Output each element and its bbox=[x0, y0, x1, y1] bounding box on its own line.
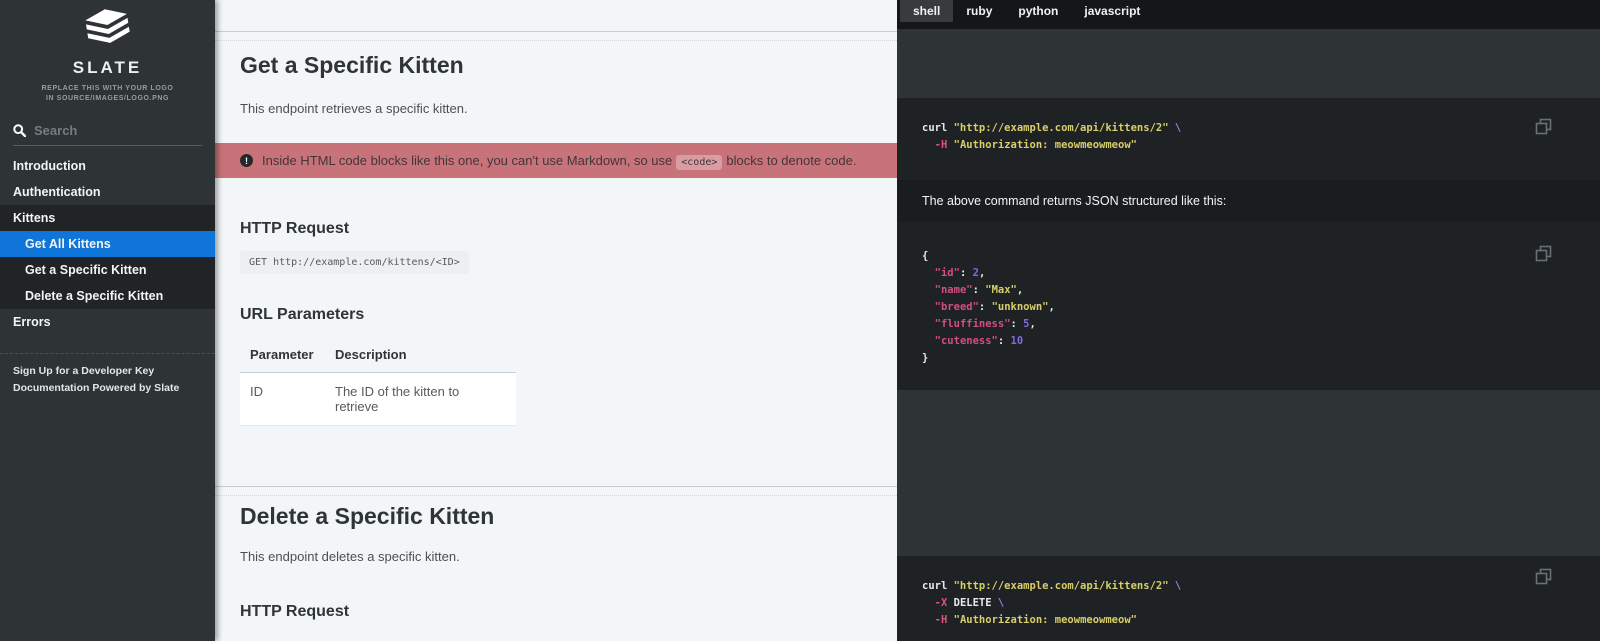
section-divider-solid bbox=[215, 486, 897, 487]
table-header-parameter: Parameter bbox=[240, 338, 325, 372]
logo-tagline-line1: REPLACE THIS WITH YOUR LOGO bbox=[0, 84, 215, 94]
response-annotation: The above command returns JSON structure… bbox=[897, 180, 1600, 222]
sidebar-item-kittens[interactable]: Kittens bbox=[0, 205, 215, 231]
stacked-books-icon bbox=[77, 8, 139, 50]
search-box bbox=[13, 123, 202, 146]
search-input[interactable] bbox=[34, 123, 184, 138]
copy-icon[interactable] bbox=[1535, 568, 1552, 585]
table-cell-parameter: ID bbox=[240, 373, 325, 425]
tab-shell[interactable]: shell bbox=[900, 0, 953, 22]
powered-by-slate-link[interactable]: Documentation Powered by Slate bbox=[13, 380, 202, 397]
warning-text: Inside HTML code blocks like this one, y… bbox=[262, 153, 856, 168]
sidebar-section-kittens: Kittens Get All Kittens Get a Specific K… bbox=[0, 205, 215, 309]
exclamation-circle-icon: ! bbox=[240, 154, 253, 167]
section-description: This endpoint deletes a specific kitten. bbox=[240, 549, 460, 564]
sidebar-footer: Sign Up for a Developer Key Documentatio… bbox=[0, 354, 215, 405]
http-request-heading: HTTP Request bbox=[240, 603, 349, 621]
sidebar-item-errors[interactable]: Errors bbox=[0, 309, 215, 335]
sidebar-item-authentication[interactable]: Authentication bbox=[0, 179, 215, 205]
copy-icon[interactable] bbox=[1535, 118, 1552, 135]
logo-tagline: REPLACE THIS WITH YOUR LOGO IN SOURCE/IM… bbox=[0, 84, 215, 104]
annotation-text: The above command returns JSON structure… bbox=[922, 194, 1226, 208]
logo: SLATE REPLACE THIS WITH YOUR LOGO IN SOU… bbox=[0, 0, 215, 104]
search-icon bbox=[13, 124, 26, 137]
json-response-code-block: { "id": 2, "name": "Max", "breed": "unkn… bbox=[897, 222, 1600, 390]
language-tab-bar: shell ruby python javascript bbox=[897, 0, 1600, 29]
table-row: ID The ID of the kitten to retrieve bbox=[240, 373, 516, 426]
url-parameters-heading: URL Parameters bbox=[240, 306, 364, 324]
sidebar-item-introduction[interactable]: Introduction bbox=[0, 153, 215, 179]
warning-text-after: blocks to denote code. bbox=[726, 153, 856, 168]
table-header-description: Description bbox=[325, 338, 516, 372]
tab-ruby[interactable]: ruby bbox=[953, 0, 1005, 22]
sidebar-item-get-all-kittens[interactable]: Get All Kittens bbox=[0, 231, 215, 257]
logo-title: SLATE bbox=[0, 58, 215, 78]
section-divider-dotted bbox=[215, 495, 897, 496]
get-kitten-curl-code-block: curl "http://example.com/api/kittens/2" … bbox=[897, 98, 1600, 180]
logo-tagline-line2: IN SOURCE/IMAGES/LOGO.PNG bbox=[0, 94, 215, 104]
slate-docs-page: SLATE REPLACE THIS WITH YOUR LOGO IN SOU… bbox=[0, 0, 1600, 641]
section-divider-dotted bbox=[215, 40, 897, 41]
sidebar: SLATE REPLACE THIS WITH YOUR LOGO IN SOU… bbox=[0, 0, 215, 641]
http-request-endpoint-code: GET http://example.com/kittens/<ID> bbox=[240, 251, 469, 274]
inline-code-chip: <code> bbox=[676, 155, 722, 170]
http-request-heading: HTTP Request bbox=[240, 220, 349, 238]
delete-kitten-curl-code-block: curl "http://example.com/api/kittens/2" … bbox=[897, 556, 1600, 641]
page-title-delete-specific-kitten: Delete a Specific Kitten bbox=[240, 503, 494, 530]
tab-javascript[interactable]: javascript bbox=[1071, 0, 1153, 22]
warning-text-before: Inside HTML code blocks like this one, y… bbox=[262, 153, 672, 168]
warning-banner: ! Inside HTML code blocks like this one,… bbox=[215, 143, 897, 178]
page-title-get-specific-kitten: Get a Specific Kitten bbox=[240, 52, 464, 79]
section-description: This endpoint retrieves a specific kitte… bbox=[240, 101, 468, 116]
code-examples-panel: shell ruby python javascript curl "http:… bbox=[897, 0, 1600, 641]
main-content: Get a Specific Kitten This endpoint retr… bbox=[215, 0, 897, 641]
url-parameters-table: Parameter Description ID The ID of the k… bbox=[240, 338, 516, 426]
table-cell-description: The ID of the kitten to retrieve bbox=[325, 373, 516, 425]
tab-python[interactable]: python bbox=[1005, 0, 1071, 22]
sidebar-item-delete-a-specific-kitten[interactable]: Delete a Specific Kitten bbox=[0, 283, 215, 309]
sidebar-item-get-a-specific-kitten[interactable]: Get a Specific Kitten bbox=[0, 257, 215, 283]
copy-icon[interactable] bbox=[1535, 245, 1552, 262]
signup-developer-key-link[interactable]: Sign Up for a Developer Key bbox=[13, 363, 202, 380]
section-divider-solid bbox=[215, 31, 897, 32]
table-header-row: Parameter Description bbox=[240, 338, 516, 373]
sidebar-nav: Introduction Authentication Kittens Get … bbox=[0, 153, 215, 335]
